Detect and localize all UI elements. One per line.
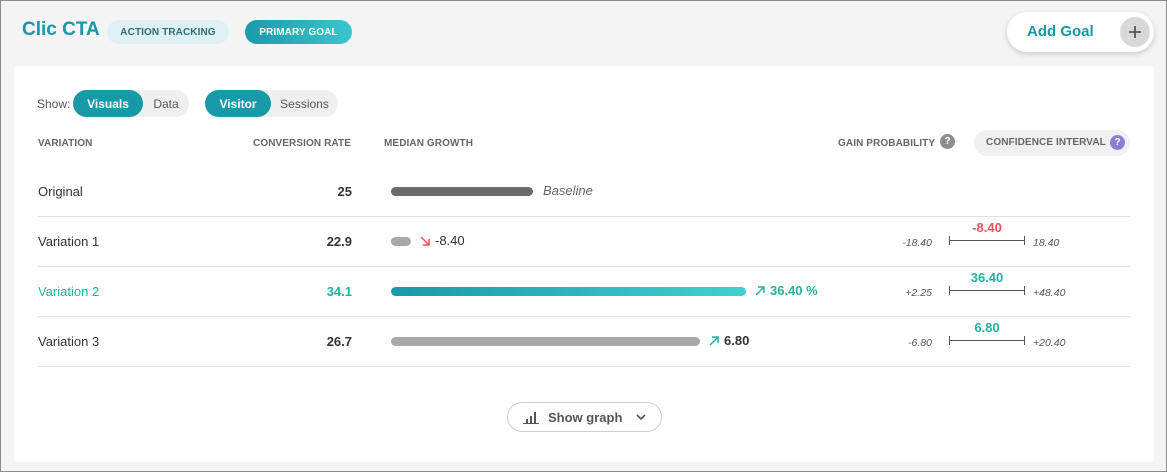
arrow-up-right-icon bbox=[709, 335, 719, 346]
show-graph-label: Show graph bbox=[548, 410, 623, 425]
ci-median-value: -8.40 bbox=[972, 220, 1002, 235]
ci-tick-low bbox=[949, 236, 950, 245]
chevron-down-icon bbox=[636, 414, 646, 421]
visuals-tab[interactable]: Visuals bbox=[73, 90, 143, 117]
variation-name: Variation 1 bbox=[38, 234, 100, 249]
median-growth-column-header: MEDIAN GROWTH bbox=[384, 138, 474, 149]
confidence-interval-column-header: CONFIDENCE INTERVAL bbox=[986, 137, 1106, 148]
gain-probability-help-icon[interactable]: ? bbox=[940, 134, 955, 149]
ci-low: +2.25 bbox=[905, 287, 932, 299]
conversion-rate-column-header: CONVERSION RATE bbox=[253, 138, 351, 149]
ci-range-line bbox=[949, 340, 1025, 341]
plus-icon bbox=[1120, 17, 1150, 47]
show-graph-button[interactable]: Show graph bbox=[507, 402, 662, 432]
ci-range-line bbox=[949, 290, 1025, 291]
ci-median-value: 36.40 bbox=[970, 270, 1004, 285]
ci-low: -18.40 bbox=[902, 237, 932, 249]
conversion-rate: 26.7 bbox=[326, 334, 352, 349]
visitor-tab[interactable]: Visitor bbox=[205, 90, 271, 117]
table-row-original: Original 25 Baseline bbox=[38, 166, 1130, 216]
table-row-variation-2: Variation 2 34.1 36.40 % 36.40 +2.25 +48… bbox=[38, 266, 1130, 316]
conversion-rate: 34.1 bbox=[326, 284, 352, 299]
goal-title: Clic CTA bbox=[22, 19, 100, 40]
conversion-rate: 22.9 bbox=[326, 234, 352, 249]
gain-probability-column-header: GAIN PROBABILITY bbox=[838, 138, 936, 149]
row-divider bbox=[38, 366, 1130, 367]
conversion-rate: 25 bbox=[337, 184, 352, 199]
baseline-label: Baseline bbox=[543, 183, 593, 198]
goal-panel: Clic CTA ACTION TRACKING PRIMARY GOAL Ad… bbox=[0, 0, 1167, 472]
growth-value: 6.80 bbox=[708, 333, 749, 348]
primary-goal-tag: PRIMARY GOAL bbox=[245, 20, 352, 44]
ci-high: +48.40 bbox=[1033, 287, 1066, 299]
ci-range-line bbox=[949, 240, 1025, 241]
growth-value: -8.40 bbox=[419, 233, 465, 248]
ci-median-value: 6.80 bbox=[974, 320, 1000, 335]
action-tracking-tag: ACTION TRACKING bbox=[107, 20, 229, 44]
results-card: Show: Visuals Data Visitor Sessions VARI… bbox=[14, 66, 1154, 462]
bar-chart-icon bbox=[523, 412, 539, 424]
confidence-interval-help-icon[interactable]: ? bbox=[1110, 135, 1125, 150]
ci-high: 18.40 bbox=[1033, 237, 1060, 249]
view-toggle: Visuals Data bbox=[73, 90, 189, 117]
growth-bar bbox=[391, 337, 700, 346]
growth-bar bbox=[391, 287, 746, 296]
ci-low: -6.80 bbox=[908, 337, 932, 349]
ci-tick-high bbox=[1024, 236, 1025, 245]
variation-name: Original bbox=[38, 184, 83, 199]
ci-tick-low bbox=[949, 286, 950, 295]
table-row-variation-1: Variation 1 22.9 -8.40 -8.40 -18.40 18.4… bbox=[38, 216, 1130, 266]
table-row-variation-3: Variation 3 26.7 6.80 6.80 -6.80 +20.40 bbox=[38, 316, 1130, 366]
ci-high: +20.40 bbox=[1033, 337, 1066, 349]
baseline-bar bbox=[391, 187, 533, 196]
arrow-down-right-icon bbox=[420, 235, 430, 246]
confidence-interval-pill: CONFIDENCE INTERVAL ? bbox=[974, 130, 1130, 156]
sessions-tab[interactable]: Sessions bbox=[271, 90, 338, 117]
growth-bar bbox=[391, 237, 411, 246]
show-label: Show: bbox=[37, 97, 71, 111]
variation-name: Variation 2 bbox=[38, 284, 100, 299]
growth-value: 36.40 % bbox=[754, 283, 818, 298]
unit-toggle: Visitor Sessions bbox=[205, 90, 338, 117]
variation-name: Variation 3 bbox=[38, 334, 100, 349]
add-goal-button[interactable]: Add Goal bbox=[1007, 12, 1154, 52]
data-tab[interactable]: Data bbox=[143, 90, 189, 117]
add-goal-label: Add Goal bbox=[1027, 23, 1094, 40]
arrow-up-right-icon bbox=[755, 285, 765, 296]
ci-tick-high bbox=[1024, 286, 1025, 295]
variation-column-header: VARIATION bbox=[38, 138, 93, 149]
ci-tick-high bbox=[1024, 336, 1025, 345]
ci-tick-low bbox=[949, 336, 950, 345]
